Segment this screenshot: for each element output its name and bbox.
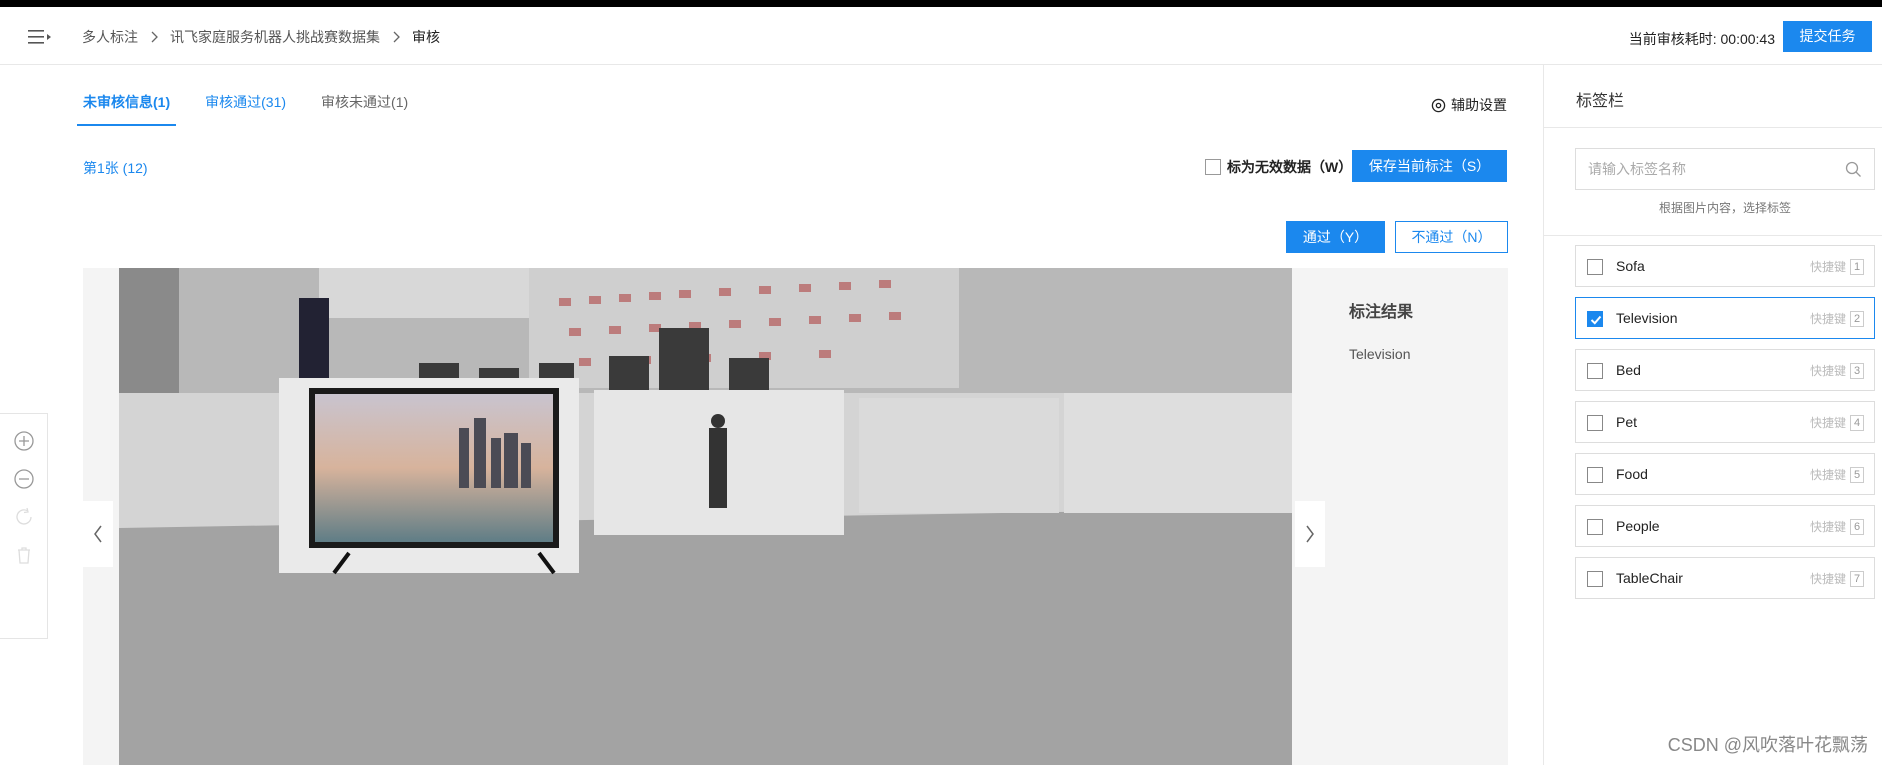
watermark: CSDN @风吹落叶花飘荡 — [1667, 735, 1868, 755]
breadcrumb-item-review: 审核 — [412, 29, 440, 45]
label-hint: 根据图片内容，选择标签 — [1658, 201, 1791, 215]
label-checkbox[interactable] — [1587, 519, 1603, 535]
label-checkbox[interactable] — [1587, 415, 1603, 431]
tab-passed[interactable]: 审核通过(31) — [205, 92, 286, 126]
shortcut-key: 7 — [1850, 570, 1864, 587]
chevron-right-icon — [151, 31, 158, 43]
shortcut-key: 2 — [1850, 310, 1864, 327]
shortcut-label: 快捷键 — [1809, 468, 1846, 482]
label-shortcut: 快捷键 1 — [1810, 258, 1864, 275]
shortcut-label: 快捷键 — [1809, 572, 1846, 586]
next-image-button[interactable] — [1295, 501, 1325, 567]
breadcrumb-item-dataset[interactable]: 讯飞家庭服务机器人挑战赛数据集 — [170, 27, 380, 47]
zoom-out-icon[interactable] — [13, 468, 35, 490]
label-shortcut: 快捷键 7 — [1810, 570, 1864, 587]
label-name: Television — [1616, 310, 1678, 326]
divider — [1544, 127, 1882, 128]
result-item: Television — [1349, 346, 1411, 362]
breadcrumb: 多人标注 讯飞家庭服务机器人挑战赛数据集 审核 — [82, 27, 440, 47]
label-item-television[interactable]: Television 快捷键 2 — [1575, 297, 1875, 339]
invalid-checkbox-box[interactable] — [1205, 159, 1221, 175]
assist-settings-button[interactable]: 辅助设置 — [1431, 95, 1507, 115]
rotate-icon[interactable] — [13, 506, 35, 528]
chevron-right-icon — [393, 31, 400, 43]
label-item-food[interactable]: Food 快捷键 5 — [1575, 453, 1875, 495]
label-item-tablechair[interactable]: TableChair 快捷键 7 — [1575, 557, 1875, 599]
label-shortcut: 快捷键 2 — [1810, 310, 1864, 327]
label-checkbox[interactable] — [1587, 467, 1603, 483]
shortcut-key: 4 — [1850, 414, 1864, 431]
top-black-bar — [0, 0, 1882, 7]
shortcut-key: 6 — [1850, 518, 1864, 535]
label-list: Sofa 快捷键 1 Television 快捷键 2 Bed 快捷键 3 Pet 快… — [1575, 245, 1875, 609]
chevron-right-icon — [1306, 525, 1314, 543]
menu-toggle-icon[interactable] — [28, 29, 52, 45]
review-timer: 当前审核耗时: 00:00:43 — [1629, 29, 1775, 49]
label-shortcut: 快捷键 4 — [1810, 414, 1864, 431]
shortcut-label: 快捷键 — [1809, 260, 1846, 274]
label-item-sofa[interactable]: Sofa 快捷键 1 — [1575, 245, 1875, 287]
chevron-left-icon — [94, 525, 102, 543]
zoom-in-icon[interactable] — [13, 430, 35, 452]
timer-value: 00:00:43 — [1720, 31, 1776, 47]
mark-invalid-checkbox[interactable]: 标为无效数据（W） — [1205, 157, 1352, 177]
label-name: Bed — [1616, 362, 1641, 378]
page-index: 第1张 (12) — [83, 160, 148, 176]
checkmark-icon — [1590, 315, 1602, 325]
save-annotation-button[interactable]: 保存当前标注（S） — [1352, 150, 1507, 182]
prev-image-button[interactable] — [83, 501, 113, 567]
label-name: Food — [1616, 466, 1648, 482]
annotation-result-panel: 标注结果 Television — [1329, 268, 1508, 765]
label-name: TableChair — [1616, 570, 1683, 586]
shortcut-key: 5 — [1850, 466, 1864, 483]
invalid-label: 标为无效数据（W） — [1227, 159, 1353, 175]
label-item-people[interactable]: People 快捷键 6 — [1575, 505, 1875, 547]
shortcut-label: 快捷键 — [1809, 364, 1846, 378]
fail-button[interactable]: 不通过（N） — [1395, 221, 1508, 253]
image-viewer: 标注结果 Television — [83, 268, 1508, 765]
scene-photo — [119, 268, 1292, 765]
review-tabs: 未审核信息(1) 审核通过(31) 审核未通过(1) — [76, 92, 443, 126]
result-title: 标注结果 — [1349, 304, 1414, 321]
label-item-bed[interactable]: Bed 快捷键 3 — [1575, 349, 1875, 391]
label-checkbox[interactable] — [1587, 571, 1603, 587]
label-search-box — [1575, 148, 1875, 190]
search-icon[interactable] — [1845, 161, 1862, 178]
delete-icon[interactable] — [13, 544, 35, 566]
label-sidebar: 标签栏 根据图片内容，选择标签 Sofa 快捷键 1 Television 快捷键… — [1543, 65, 1882, 765]
label-shortcut: 快捷键 5 — [1810, 466, 1864, 483]
settings-circle-icon — [1431, 98, 1446, 112]
sidebar-title: 标签栏 — [1576, 93, 1625, 110]
shortcut-key: 3 — [1850, 362, 1864, 379]
annotation-image[interactable] — [119, 268, 1292, 765]
label-shortcut: 快捷键 6 — [1810, 518, 1864, 535]
timer-label: 当前审核耗时: — [1628, 31, 1717, 47]
label-shortcut: 快捷键 3 — [1810, 362, 1864, 379]
label-name: People — [1616, 518, 1660, 534]
label-checkbox[interactable] — [1587, 311, 1603, 327]
label-name: Pet — [1616, 414, 1638, 430]
pass-button[interactable]: 通过（Y） — [1286, 221, 1385, 253]
tab-failed[interactable]: 审核未通过(1) — [321, 92, 408, 126]
label-name: Sofa — [1616, 258, 1645, 274]
shortcut-label: 快捷键 — [1809, 520, 1846, 534]
zoom-toolbar — [0, 413, 48, 639]
assist-settings-label: 辅助设置 — [1451, 97, 1507, 113]
label-checkbox[interactable] — [1587, 363, 1603, 379]
shortcut-key: 1 — [1850, 258, 1864, 275]
breadcrumb-item-annotation[interactable]: 多人标注 — [82, 27, 138, 47]
tab-unreviewed[interactable]: 未审核信息(1) — [76, 92, 177, 126]
label-search-input[interactable] — [1576, 149, 1826, 189]
label-item-pet[interactable]: Pet 快捷键 4 — [1575, 401, 1875, 443]
shortcut-label: 快捷键 — [1809, 416, 1846, 430]
submit-task-button[interactable]: 提交任务 — [1783, 21, 1872, 52]
divider — [1544, 235, 1882, 236]
main-area: 未审核信息(1) 审核通过(31) 审核未通过(1) 辅助设置 第1张 (12)… — [0, 65, 1543, 765]
shortcut-label: 快捷键 — [1809, 312, 1846, 326]
header: 多人标注 讯飞家庭服务机器人挑战赛数据集 审核 当前审核耗时: 00:00:43… — [0, 7, 1882, 65]
label-checkbox[interactable] — [1587, 259, 1603, 275]
